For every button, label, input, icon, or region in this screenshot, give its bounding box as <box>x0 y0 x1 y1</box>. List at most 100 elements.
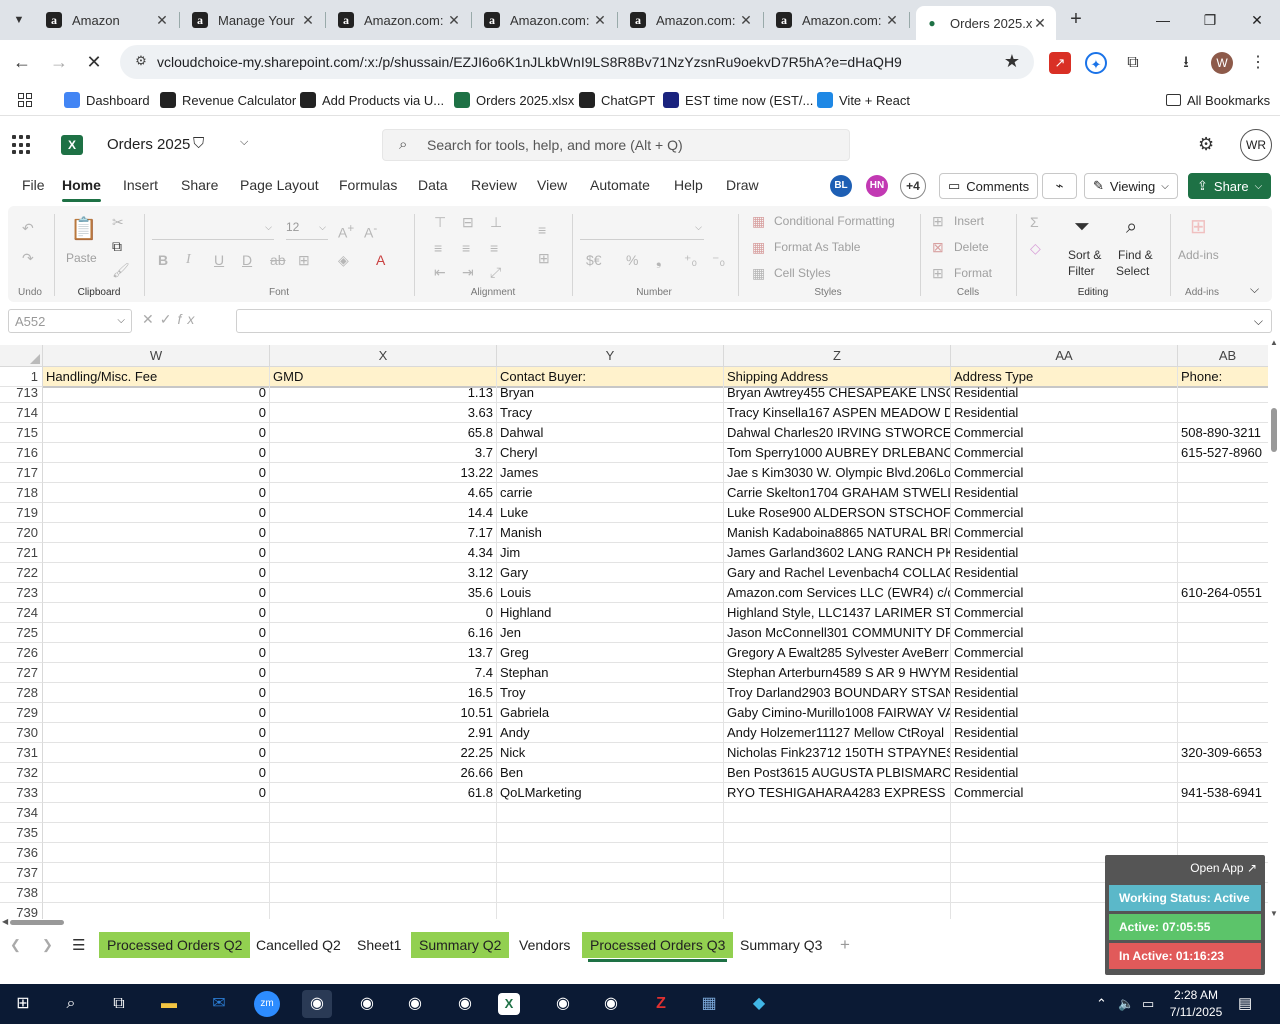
table-cell[interactable]: Troy <box>497 683 724 703</box>
table-cell[interactable] <box>1178 683 1268 703</box>
chrome-profile-icon[interactable]: ◉ <box>450 990 480 1018</box>
increase-font-icon[interactable]: A+ <box>338 222 354 241</box>
presence-avatar[interactable]: BL <box>830 175 852 197</box>
table-cell[interactable]: 0 <box>43 423 270 443</box>
ribbon-tab[interactable]: Home <box>62 177 101 202</box>
table-cell[interactable]: 3.12 <box>270 563 497 583</box>
table-cell[interactable]: 0 <box>43 603 270 623</box>
table-cell[interactable]: Commercial <box>951 623 1178 643</box>
table-cell[interactable]: 0 <box>43 703 270 723</box>
share-button[interactable]: ⇪ Share ⌵ <box>1188 173 1272 199</box>
table-cell[interactable] <box>1178 643 1268 663</box>
format-painter-icon[interactable]: 🖌 <box>112 262 130 279</box>
sheet-tab[interactable]: Sheet1 <box>349 932 409 958</box>
table-cell[interactable]: 4.65 <box>270 483 497 503</box>
name-box[interactable]: A552 ⌵ <box>8 309 132 333</box>
table-cell[interactable]: 0 <box>43 443 270 463</box>
row-header[interactable]: 726 <box>0 643 43 663</box>
row-header[interactable]: 731 <box>0 743 43 763</box>
table-cell[interactable]: James Garland3602 LANG RANCH PKV <box>724 543 951 563</box>
pdf-extension-icon[interactable]: ↗ <box>1049 52 1071 74</box>
delete-cells-button[interactable]: Delete <box>954 240 989 254</box>
table-cell[interactable]: 941-538-6941 <box>1178 783 1268 803</box>
chrome-icon[interactable]: ◉ <box>302 990 332 1018</box>
table-cell[interactable]: Jim <box>497 543 724 563</box>
table-cell[interactable] <box>43 883 270 903</box>
close-tab-icon[interactable]: ✕ <box>300 12 316 29</box>
table-cell[interactable]: 0 <box>43 683 270 703</box>
ribbon-tab[interactable]: Help <box>674 177 703 193</box>
table-cell[interactable]: Highland Style, LLC1437 LARIMER ST S <box>724 603 951 623</box>
table-cell[interactable] <box>43 823 270 843</box>
bookmark-item[interactable]: Dashboard <box>64 91 150 109</box>
table-cell[interactable]: 13.7 <box>270 643 497 663</box>
previous-sheet-icon[interactable]: ❮ <box>10 937 21 953</box>
table-cell[interactable]: Residential <box>951 743 1178 763</box>
table-cell[interactable]: 2.91 <box>270 723 497 743</box>
bookmark-item[interactable]: Add Products via U... <box>300 91 444 109</box>
table-cell[interactable] <box>1178 623 1268 643</box>
decrease-decimal-icon[interactable]: ⁻₀ <box>712 252 725 269</box>
table-cell[interactable] <box>1178 763 1268 783</box>
cell-styles-button[interactable]: Cell Styles <box>774 266 831 280</box>
table-cell[interactable]: 26.66 <box>270 763 497 783</box>
table-cell[interactable]: Jae s Kim3030 W. Olympic Blvd.206Lo <box>724 463 951 483</box>
kebab-menu-icon[interactable]: ⋮ <box>1247 52 1269 74</box>
table-cell[interactable] <box>1178 563 1268 583</box>
table-cell[interactable]: Residential <box>951 483 1178 503</box>
bookmark-item[interactable]: Revenue Calculator <box>160 91 296 109</box>
extensions-puzzle-icon[interactable]: ⧉ <box>1122 52 1144 74</box>
table-cell[interactable]: Gary and Rachel Levenbach4 COLLAGI <box>724 563 951 583</box>
table-cell[interactable]: Dahwal Charles20 IRVING STWORCEST <box>724 423 951 443</box>
row-header[interactable]: 718 <box>0 483 43 503</box>
open-app-button[interactable]: Open App ↗ <box>1190 861 1257 875</box>
presence-avatar[interactable]: +4 <box>900 173 926 199</box>
table-cell[interactable]: Residential <box>951 663 1178 683</box>
table-cell[interactable]: Stephan Arterburn4589 S AR 9 HWYM <box>724 663 951 683</box>
ribbon-tab[interactable]: Data <box>418 177 448 193</box>
table-cell[interactable]: Ben Post3615 AUGUSTA PLBISMARCK, <box>724 763 951 783</box>
row-header[interactable]: 724 <box>0 603 43 623</box>
table-cell[interactable] <box>724 803 951 823</box>
table-cell[interactable]: Luke Rose900 ALDERSON STSCHOFIEL <box>724 503 951 523</box>
redo-icon[interactable]: ↷ <box>22 250 34 267</box>
table-cell[interactable] <box>1178 663 1268 683</box>
chevron-up-icon[interactable]: ⌃ <box>1096 996 1107 1012</box>
table-cell[interactable] <box>724 903 951 919</box>
table-cell[interactable]: 0 <box>43 583 270 603</box>
sort-filter-label[interactable]: Sort & <box>1068 248 1101 262</box>
table-cell[interactable]: Troy Darland2903 BOUNDARY STSAN I <box>724 683 951 703</box>
table-cell[interactable]: 0 <box>43 783 270 803</box>
column-header[interactable]: Y <box>497 345 724 367</box>
browser-tab[interactable]: a Amazon ✕ <box>38 6 180 34</box>
table-cell[interactable] <box>724 823 951 843</box>
ribbon-tab[interactable]: Insert <box>123 177 158 193</box>
formula-input[interactable]: ⌵ <box>236 309 1272 333</box>
row-header[interactable]: 725 <box>0 623 43 643</box>
table-cell[interactable] <box>1178 603 1268 623</box>
ribbon-tab[interactable]: Review <box>471 177 517 193</box>
table-cell[interactable]: Commercial <box>951 463 1178 483</box>
download-icon[interactable]: ⭳ <box>1175 52 1197 74</box>
table-cell[interactable]: RYO TESHIGAHARA4283 EXPRESS LN S <box>724 783 951 803</box>
row-header[interactable]: 734 <box>0 803 43 823</box>
omnibox[interactable]: ⚙ vcloudchoice-my.sharepoint.com/:x:/p/s… <box>120 45 1034 79</box>
confirm-icon[interactable]: ✓ <box>160 311 178 327</box>
conditional-formatting-button[interactable]: Conditional Formatting <box>774 214 895 228</box>
align-bottom-icon[interactable]: ⊥ <box>490 214 502 231</box>
chrome-profile-icon[interactable]: ◉ <box>352 990 382 1018</box>
table-cell[interactable] <box>1178 803 1268 823</box>
table-cell[interactable]: 3.7 <box>270 443 497 463</box>
chrome-profile-icon[interactable]: ◉ <box>596 990 626 1018</box>
italic-icon[interactable]: I <box>186 252 191 268</box>
table-cell[interactable]: Luke <box>497 503 724 523</box>
table-cell[interactable] <box>951 823 1178 843</box>
table-cell[interactable]: 0 <box>43 623 270 643</box>
row-header[interactable]: 727 <box>0 663 43 683</box>
decrease-font-icon[interactable]: A- <box>364 222 377 241</box>
table-cell[interactable]: Andy <box>497 723 724 743</box>
find-select-label[interactable]: Find & <box>1118 248 1153 262</box>
stop-loading-icon[interactable]: ✕ <box>82 50 106 74</box>
row-header[interactable]: 729 <box>0 703 43 723</box>
ribbon-tab[interactable]: Draw <box>726 177 759 193</box>
